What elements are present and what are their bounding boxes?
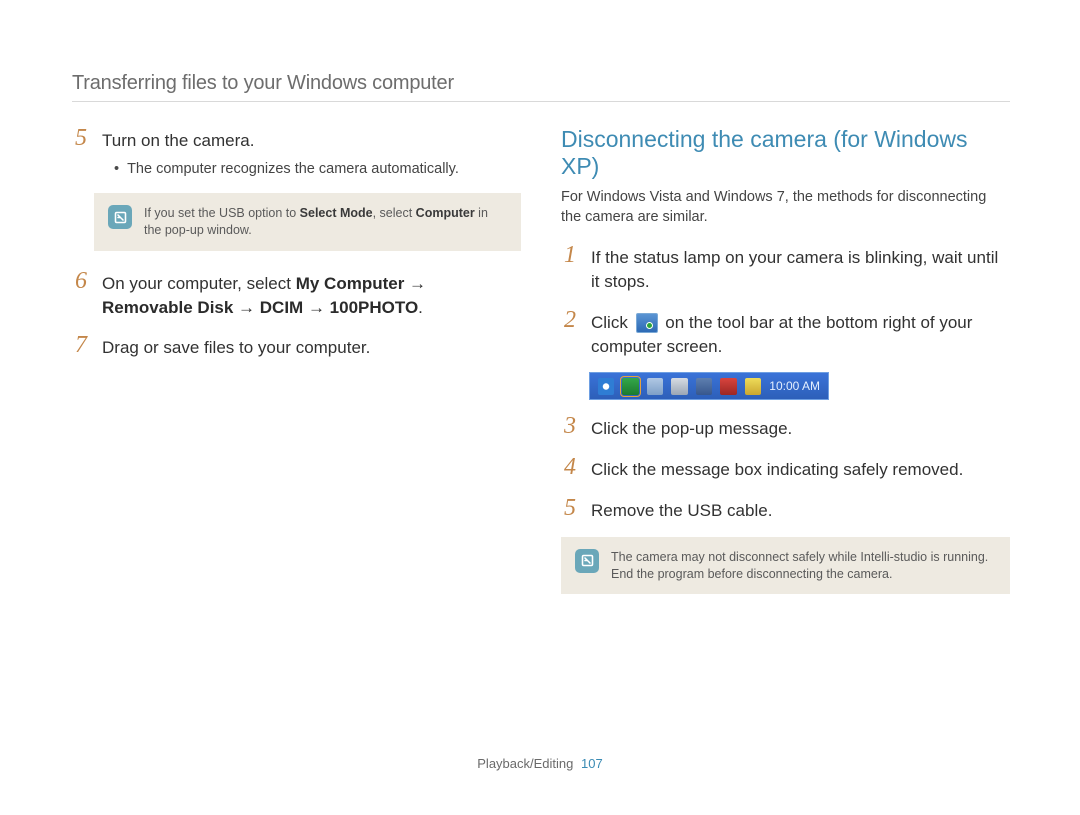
note-text: If you set the USB option to Select Mode… — [144, 205, 507, 239]
step-number: 7 — [72, 333, 90, 357]
footer-section: Playback/Editing — [477, 756, 573, 771]
step-r4: 4 Click the message box indicating safel… — [561, 455, 1010, 482]
step-r1: 1 If the status lamp on your camera is b… — [561, 243, 1010, 294]
step-text: If the status lamp on your camera is bli… — [591, 243, 1010, 294]
step-r5: 5 Remove the USB cable. — [561, 496, 1010, 523]
taskbar-clock: 10:00 AM — [769, 379, 820, 393]
step-text: Drag or save files to your computer. — [102, 333, 370, 360]
note-box-left: If you set the USB option to Select Mode… — [94, 193, 521, 251]
step-number: 4 — [561, 455, 579, 479]
step-number: 5 — [72, 126, 90, 150]
step-number: 1 — [561, 243, 579, 267]
tray-icon-generic — [696, 378, 712, 395]
step-text: On your computer, select My Computer → R… — [102, 269, 521, 320]
step-text: Turn on the camera. The computer recogni… — [102, 126, 459, 179]
note-box-right: The camera may not disconnect safely whi… — [561, 537, 1010, 595]
two-column-layout: 5 Turn on the camera. The computer recog… — [72, 126, 1010, 612]
step-text: Remove the USB cable. — [591, 496, 772, 523]
page-title: Transferring files to your Windows compu… — [72, 72, 1010, 95]
step-r2: 2 Click on the tool bar at the bottom ri… — [561, 308, 1010, 359]
tray-icon-generic — [745, 378, 761, 395]
right-column: Disconnecting the camera (for Windows XP… — [561, 126, 1010, 612]
tray-volume-icon — [720, 378, 736, 395]
tray-icon-generic — [671, 378, 687, 395]
page-footer: Playback/Editing 107 — [0, 756, 1080, 771]
title-rule — [72, 101, 1010, 102]
step-5: 5 Turn on the camera. The computer recog… — [72, 126, 521, 179]
safely-remove-icon — [636, 313, 658, 333]
step-7: 7 Drag or save files to your computer. — [72, 333, 521, 360]
note-icon — [108, 205, 132, 229]
step-number: 6 — [72, 269, 90, 293]
step-6: 6 On your computer, select My Computer →… — [72, 269, 521, 320]
tray-arrow-icon — [598, 378, 614, 395]
section-heading: Disconnecting the camera (for Windows XP… — [561, 126, 1010, 180]
note-icon — [575, 549, 599, 573]
section-subtext: For Windows Vista and Windows 7, the met… — [561, 188, 1010, 227]
left-column: 5 Turn on the camera. The computer recog… — [72, 126, 521, 612]
step-number: 5 — [561, 496, 579, 520]
step-text: Click the pop-up message. — [591, 414, 792, 441]
step-5-bullet: The computer recognizes the camera autom… — [114, 159, 459, 179]
step-text: Click the message box indicating safely … — [591, 455, 963, 482]
tray-safely-remove-icon — [622, 378, 638, 395]
step-r3: 3 Click the pop-up message. — [561, 414, 1010, 441]
step-number: 2 — [561, 308, 579, 332]
tray-icon-generic — [647, 378, 663, 395]
step-text: Click on the tool bar at the bottom righ… — [591, 308, 1010, 359]
manual-page: Transferring files to your Windows compu… — [0, 0, 1080, 815]
taskbar-screenshot: 10:00 AM — [589, 372, 829, 400]
footer-page-number: 107 — [581, 756, 603, 771]
step-5-text: Turn on the camera. — [102, 131, 254, 150]
note-text: The camera may not disconnect safely whi… — [611, 549, 996, 583]
step-number: 3 — [561, 414, 579, 438]
